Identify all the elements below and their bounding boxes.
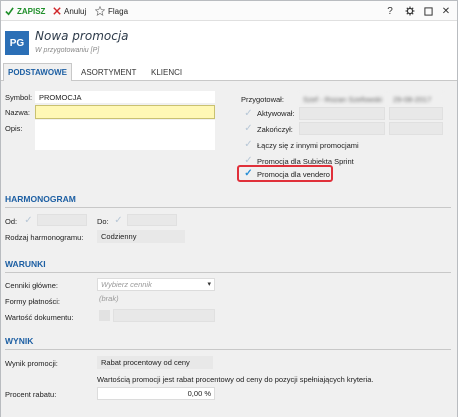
vendero-label: Promocja dla vendero (257, 170, 330, 179)
description-field[interactable] (35, 120, 215, 150)
page-title: Nowa promocja (35, 29, 129, 43)
result-section-title: WYNIK (5, 336, 34, 346)
pricelist-dropdown[interactable]: Wybierz cennik ▾ (97, 278, 215, 291)
save-label: ZAPISZ (17, 6, 46, 16)
flag-label: Flaga (108, 6, 129, 16)
tab-asortyment[interactable]: ASORTYMENT (77, 63, 140, 81)
finished-date-field (389, 122, 443, 135)
schedule-section-title: HARMONOGRAM (5, 194, 76, 204)
description-label: Opis: (5, 124, 23, 133)
to-label: Do: (97, 217, 109, 226)
checkmark-icon (5, 6, 14, 16)
activated-checkbox[interactable]: ✓ (243, 108, 254, 119)
document-value-field[interactable] (113, 309, 215, 322)
payment-value[interactable]: (brak) (99, 294, 119, 303)
schedule-divider (5, 207, 451, 208)
flag-button[interactable]: Flaga (95, 5, 128, 17)
help-label: ? (387, 5, 393, 17)
discount-percent-field[interactable]: 0,00 % (97, 387, 215, 400)
help-button[interactable]: ? (383, 4, 397, 18)
conditions-divider (5, 272, 451, 273)
maximize-button[interactable] (421, 4, 435, 18)
to-date-field[interactable] (127, 214, 177, 226)
document-value-checkbox[interactable] (99, 310, 110, 321)
result-description: Wartością promocji jest rabat procentowy… (97, 375, 374, 384)
finished-label: Zakończył: (257, 125, 293, 134)
payment-label: Formy płatności: (5, 297, 61, 306)
prepared-label: Przygotował: (241, 95, 284, 104)
combine-label: Łączy się z innymi promocjami (257, 141, 359, 150)
pricelist-label: Cenniki główne: (5, 281, 58, 290)
tab-podstawowe[interactable]: PODSTAWOWE (3, 63, 72, 82)
finished-by-field (299, 122, 385, 135)
from-date-field[interactable] (37, 214, 87, 226)
prepared-by-value: Szef - Rozan Szefowski (299, 93, 385, 105)
combine-checkbox[interactable]: ✓ (243, 139, 254, 150)
result-divider (5, 349, 451, 350)
document-badge: PG (5, 31, 29, 55)
schedule-type-field[interactable]: Codzienny (97, 230, 185, 243)
activated-date-field (389, 107, 443, 120)
tab-content: Symbol: PROMOCJA Nazwa: Opis: Przygotowa… (1, 81, 457, 417)
discount-percent-label: Procent rabatu: (5, 390, 57, 399)
document-value-label: Wartość dokumentu: (5, 313, 74, 322)
result-type-label: Wynik promocji: (5, 359, 58, 368)
chevron-down-icon: ▾ (207, 281, 211, 288)
cancel-button[interactable]: Anuluj (53, 5, 86, 17)
toolbar: ZAPISZ Anuluj Flaga ? ✕ (1, 1, 457, 21)
page-subtitle: W przygotowaniu [P] (35, 47, 100, 54)
tab-bar: PODSTAWOWE ASORTYMENT KLIENCI (1, 63, 457, 82)
close-icon (53, 7, 61, 15)
tab-klienci[interactable]: KLIENCI (147, 63, 186, 81)
close-window-label: ✕ (441, 5, 451, 17)
conditions-section-title: WARUNKI (5, 259, 46, 269)
result-type-field[interactable]: Rabat procentowy od ceny (97, 356, 213, 369)
prepared-date-value: 29-08-2017 (389, 93, 443, 105)
close-window-button[interactable]: ✕ (439, 4, 453, 18)
cancel-label: Anuluj (64, 6, 87, 16)
header: PG Nowa promocja W przygotowaniu [P] (1, 21, 457, 63)
from-label: Od: (5, 217, 18, 226)
finished-checkbox[interactable]: ✓ (243, 123, 254, 134)
from-checkbox[interactable]: ✓ (23, 215, 34, 226)
save-button[interactable]: ZAPISZ (5, 5, 45, 17)
star-icon (95, 6, 105, 16)
activated-label: Aktywował: (257, 109, 295, 118)
name-label: Nazwa: (5, 108, 31, 117)
activated-by-field (299, 107, 385, 120)
pricelist-placeholder: Wybierz cennik (101, 280, 152, 289)
promotion-window: ZAPISZ Anuluj Flaga ? ✕ PG Nowa promocja… (0, 0, 458, 417)
vendero-checkbox[interactable]: ✓ (243, 168, 254, 179)
name-field[interactable] (35, 105, 215, 119)
settings-button[interactable] (403, 4, 417, 18)
to-checkbox[interactable]: ✓ (113, 215, 124, 226)
schedule-type-label: Rodzaj harmonogramu: (5, 233, 84, 242)
symbol-label: Symbol: (5, 93, 33, 102)
symbol-field[interactable]: PROMOCJA (35, 91, 215, 103)
square-icon (423, 6, 433, 16)
gear-icon (405, 6, 415, 16)
